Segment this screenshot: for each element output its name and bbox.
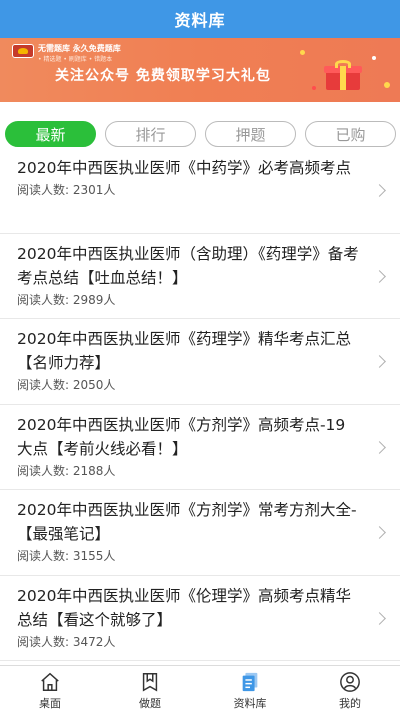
chevron-right-icon bbox=[373, 440, 386, 454]
item-title: 2020年中西医执业医师《药理学》精华考点汇总【名师力荐】 bbox=[17, 330, 351, 372]
nav-label: 桌面 bbox=[39, 697, 61, 710]
nav-item-practice[interactable]: 做题 bbox=[100, 666, 200, 711]
banner-brand: 无需题库 永久免费题库 bbox=[38, 44, 121, 53]
nav-item-profile[interactable]: 我的 bbox=[300, 666, 400, 711]
item-read-count: 阅读人数: 2050人 bbox=[17, 378, 116, 392]
confetti-icon bbox=[372, 56, 376, 60]
documents-icon bbox=[242, 672, 258, 692]
home-icon bbox=[41, 672, 59, 691]
list-item[interactable]: 2020年中西医执业医师（含助理）《药理学》备考考点总结【吐血总结！】 阅读人数… bbox=[0, 234, 400, 319]
item-read-count: 阅读人数: 2188人 bbox=[17, 463, 116, 478]
tab-ranking[interactable]: 排行 bbox=[105, 121, 196, 147]
banner-tags: • 精选题 • 刷题库 • 错题本 bbox=[38, 56, 113, 63]
filter-tabs: 最新 排行 押题 已购 bbox=[0, 121, 400, 149]
nav-item-desktop[interactable]: 桌面 bbox=[0, 666, 100, 711]
list-item[interactable]: 2020年中西医执业医师《方剂学》常考方剂大全-【最强笔记】 阅读人数: 315… bbox=[0, 490, 400, 576]
list-item[interactable]: 2020年中西医执业医师《伦理学》高频考点精华总结【看这个就够了】 阅读人数: … bbox=[0, 576, 400, 661]
chevron-right-icon bbox=[373, 184, 386, 197]
item-read-count: 阅读人数: 2301人 bbox=[17, 183, 116, 197]
chevron-right-icon bbox=[373, 526, 386, 539]
chevron-right-icon bbox=[373, 611, 386, 625]
item-title: 2020年中西医执业医师《中药学》必考高频考点 bbox=[17, 159, 351, 177]
book-icon bbox=[142, 673, 158, 692]
user-icon bbox=[340, 672, 360, 692]
nav-label: 做题 bbox=[139, 697, 161, 710]
tab-predicted[interactable]: 押题 bbox=[205, 121, 296, 147]
confetti-icon bbox=[312, 86, 316, 90]
item-title: 2020年中西医执业医师《方剂学》常考方剂大全-【最强笔记】 bbox=[17, 501, 357, 543]
banner-headline: 关注公众号 免费领取学习大礼包 bbox=[55, 68, 271, 84]
item-read-count: 阅读人数: 3472人 bbox=[17, 634, 116, 649]
item-title: 2020年中西医执业医师《伦理学》高频考点精华总结【看这个就够了】 bbox=[17, 586, 351, 629]
item-read-count: 阅读人数: 3155人 bbox=[17, 549, 116, 563]
tab-latest[interactable]: 最新 bbox=[5, 121, 96, 147]
list-item[interactable]: 2020年中西医执业医师《方剂学》高频考点-19大点【考前火线必看！】 阅读人数… bbox=[0, 405, 400, 490]
gift-box-icon bbox=[324, 60, 362, 90]
item-title: 2020年中西医执业医师《方剂学》高频考点-19大点【考前火线必看！】 bbox=[17, 415, 346, 458]
nav-label: 我的 bbox=[339, 697, 361, 710]
chevron-right-icon bbox=[373, 269, 386, 283]
promo-banner[interactable]: 无需题库 永久免费题库 • 精选题 • 刷题库 • 错题本 关注公众号 免费领取… bbox=[0, 38, 400, 102]
page-title: 资料库 bbox=[0, 0, 400, 38]
bottom-nav: 桌面 做题 资料库 我的 bbox=[0, 665, 400, 711]
list-item[interactable]: 2020年中西医执业医师《中药学》必考高频考点 阅读人数: 2301人 bbox=[0, 148, 400, 234]
document-list: 2020年中西医执业医师《中药学》必考高频考点 阅读人数: 2301人 2020… bbox=[0, 148, 400, 661]
chevron-right-icon bbox=[373, 355, 386, 368]
item-read-count: 阅读人数: 2989人 bbox=[17, 292, 116, 307]
nav-label: 资料库 bbox=[233, 697, 267, 710]
tab-purchased[interactable]: 已购 bbox=[305, 121, 396, 147]
confetti-icon bbox=[384, 82, 390, 88]
confetti-icon bbox=[300, 50, 305, 55]
list-item[interactable]: 2020年中西医执业医师《药理学》精华考点汇总【名师力荐】 阅读人数: 2050… bbox=[0, 319, 400, 405]
item-title: 2020年中西医执业医师（含助理）《药理学》备考考点总结【吐血总结！】 bbox=[17, 244, 359, 287]
brand-logo-icon bbox=[12, 44, 34, 58]
nav-item-library[interactable]: 资料库 bbox=[200, 666, 300, 711]
